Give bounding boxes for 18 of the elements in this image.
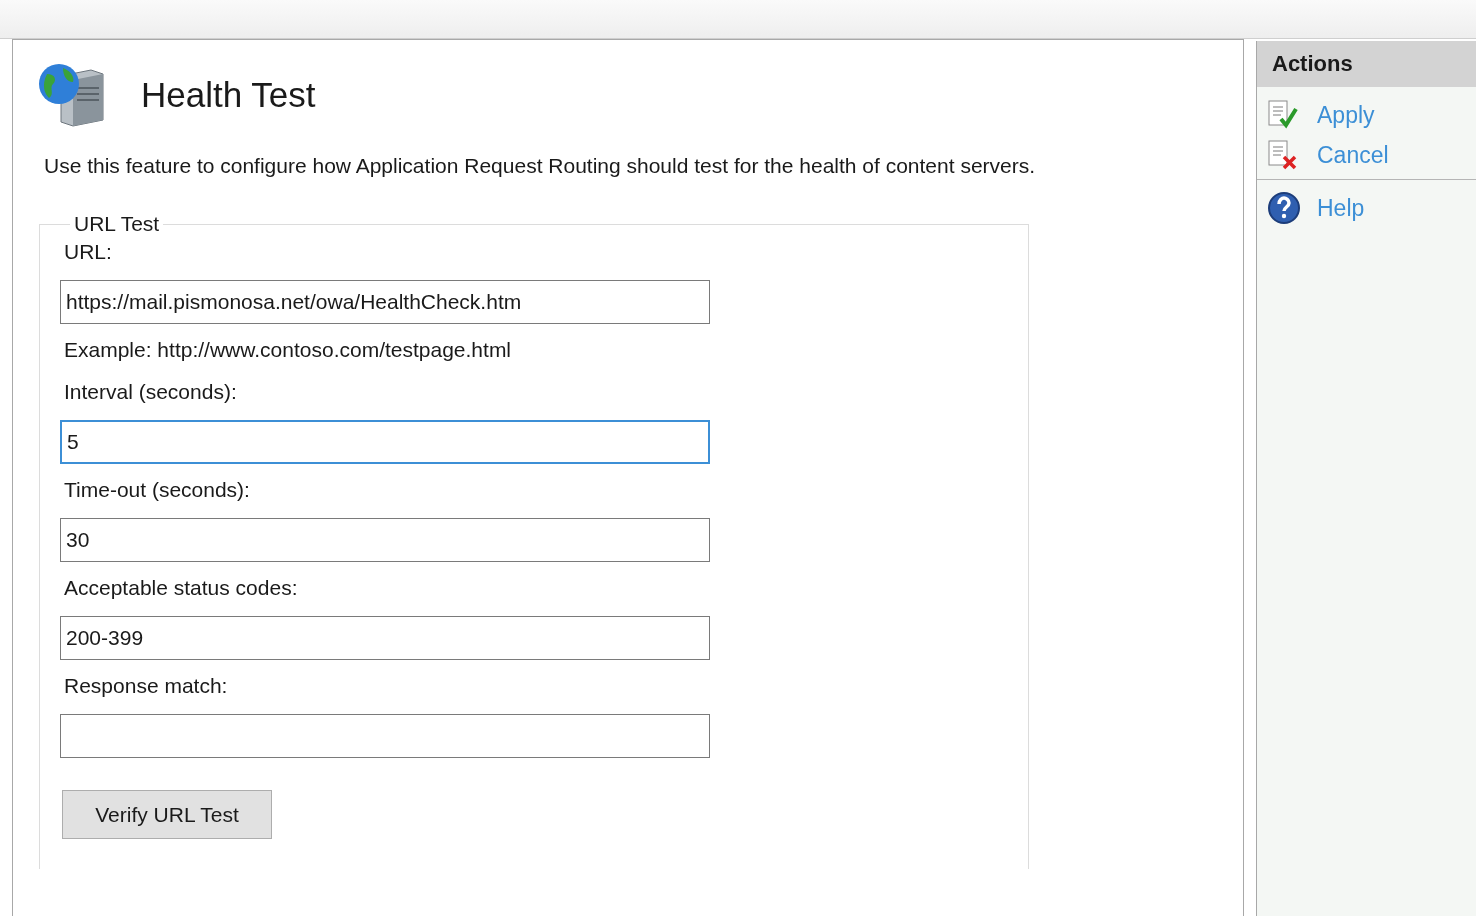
input-field[interactable]: https://mail.pismonosa.net/owa/HealthCheck.htm <box>60 280 710 324</box>
field-label: Response match: <box>64 674 229 698</box>
input-field[interactable]: 5 <box>60 420 710 464</box>
example-text: Example: http://www.contoso.com/testpage.html <box>64 338 513 362</box>
input-field[interactable]: 30 <box>60 518 710 562</box>
group-legend: URL Test <box>70 212 164 236</box>
actions-header: Actions <box>1257 41 1476 87</box>
input-field[interactable] <box>60 714 710 758</box>
field-label: Acceptable status codes: <box>64 576 299 600</box>
field-label: Interval (seconds): <box>64 380 238 404</box>
input-field[interactable]: 200-399 <box>60 616 710 660</box>
globe-server-icon <box>37 62 105 128</box>
help-icon <box>1267 191 1301 225</box>
feature-description: Use this feature to configure how Application Request Routing should test for the health of content servers. <box>44 154 1037 178</box>
verify-button[interactable]: Verify URL Test <box>62 790 272 839</box>
field-label: Time-out (seconds): <box>64 478 251 502</box>
page-title: Health Test <box>141 75 316 115</box>
field-label: URL: <box>64 240 113 264</box>
